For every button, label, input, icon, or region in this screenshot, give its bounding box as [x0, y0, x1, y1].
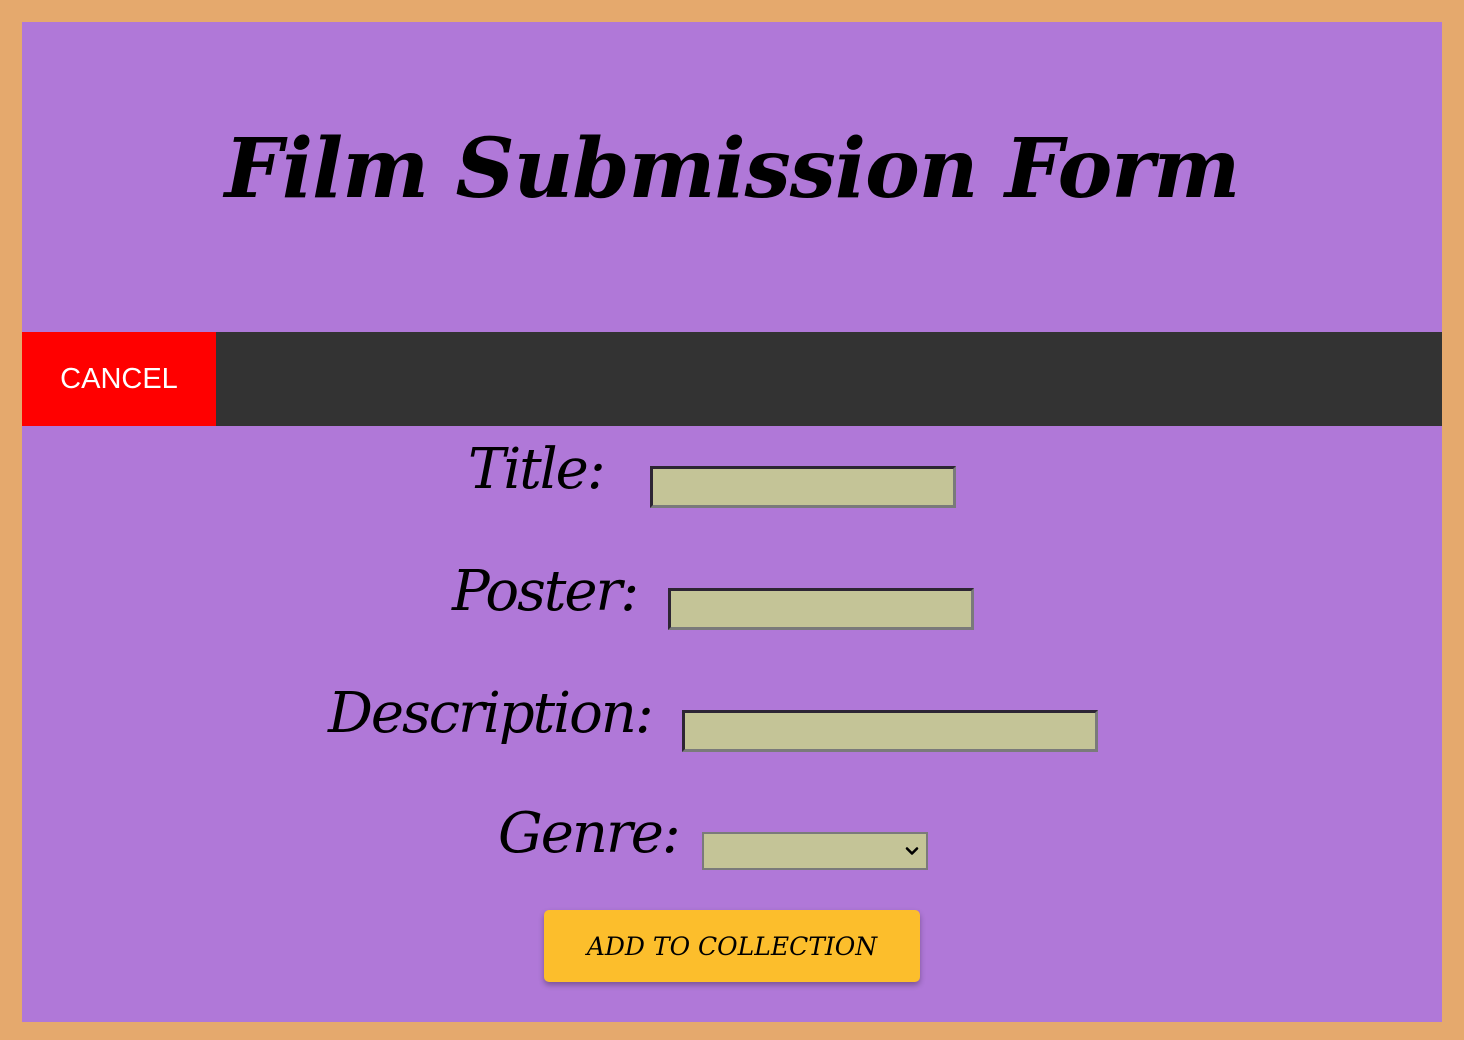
cancel-button[interactable]: CANCEL: [22, 332, 216, 426]
form-panel: Film Submission Form CANCEL Title: Poste…: [22, 22, 1442, 1022]
genre-label: Genre:: [498, 801, 681, 866]
poster-label: Poster:: [452, 559, 639, 624]
description-label: Description:: [328, 681, 654, 746]
poster-row: Poster:: [452, 559, 639, 624]
genre-row: Genre:: [498, 801, 681, 866]
poster-input[interactable]: [668, 588, 974, 630]
description-row: Description:: [328, 681, 654, 746]
title-label: Title:: [468, 437, 606, 502]
add-to-collection-button[interactable]: ADD TO COLLECTION: [544, 910, 920, 982]
page-header: Film Submission Form: [22, 22, 1442, 332]
title-row: Title:: [468, 437, 606, 502]
title-input[interactable]: [650, 466, 956, 508]
genre-select[interactable]: [702, 832, 928, 870]
navbar: CANCEL: [22, 332, 1442, 426]
chevron-down-icon: [905, 847, 919, 855]
description-input[interactable]: [682, 710, 1098, 752]
page-title: Film Submission Form: [224, 121, 1241, 217]
